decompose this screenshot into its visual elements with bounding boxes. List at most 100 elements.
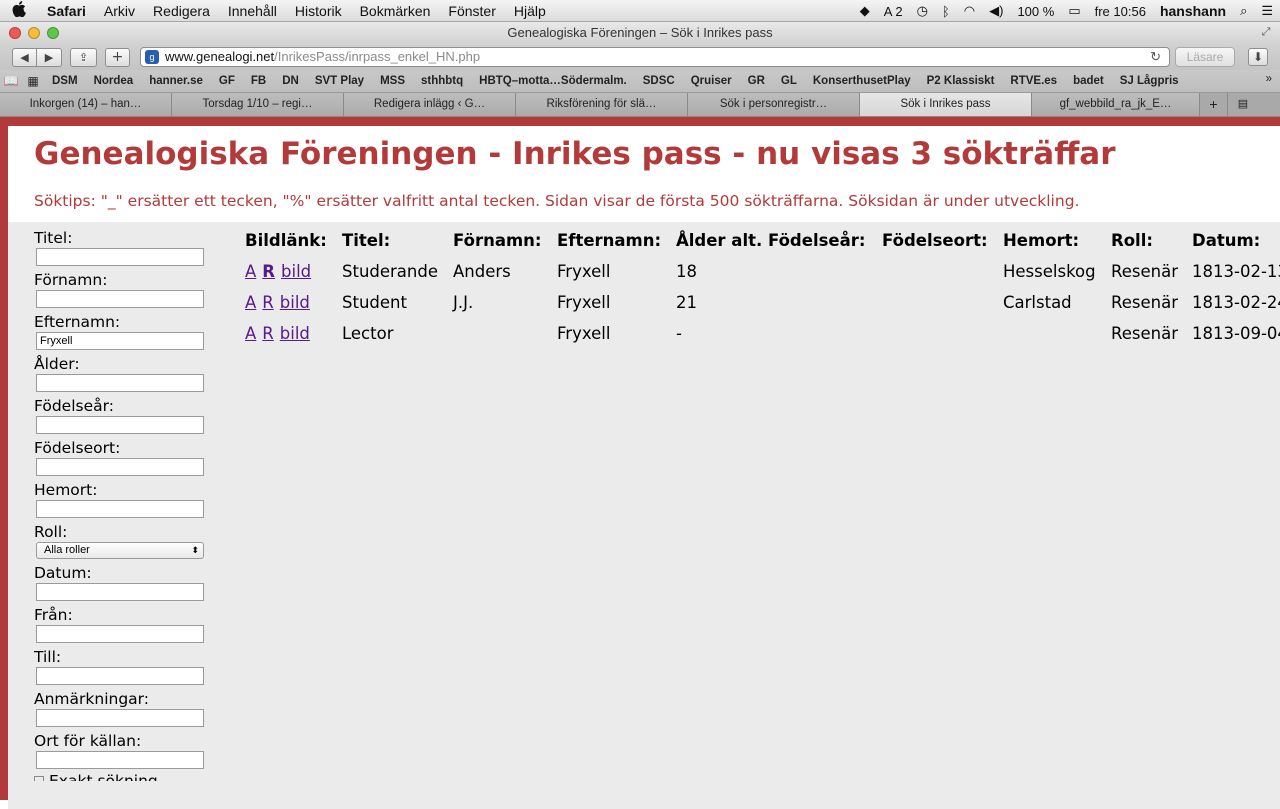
forward-button[interactable]: ▶ bbox=[37, 47, 62, 67]
bluetooth-icon[interactable]: ᛒ bbox=[942, 4, 950, 19]
tab-overview-icon[interactable]: ▤ bbox=[1228, 93, 1258, 116]
bookmark-item[interactable]: MSS bbox=[372, 75, 413, 87]
back-button[interactable]: ◀ bbox=[12, 47, 37, 67]
hemort-input[interactable] bbox=[36, 500, 204, 518]
cell-datum: 1813-02-13 bbox=[1192, 262, 1280, 281]
menu-hjalp[interactable]: Hjälp bbox=[505, 3, 555, 19]
bookmark-item[interactable]: SDSC bbox=[635, 75, 683, 87]
titel-input[interactable] bbox=[36, 248, 204, 266]
bookmark-item[interactable]: DSM bbox=[44, 75, 86, 87]
close-window-button[interactable] bbox=[9, 27, 21, 39]
zoom-window-button[interactable] bbox=[47, 27, 59, 39]
menu-fonster[interactable]: Fönster bbox=[439, 3, 504, 19]
image-links: A Rbild bbox=[245, 293, 316, 312]
till-input[interactable] bbox=[36, 667, 204, 685]
link-r[interactable]: R bbox=[262, 262, 275, 281]
link-r[interactable]: R bbox=[262, 293, 273, 312]
bookmark-item[interactable]: GL bbox=[773, 75, 805, 87]
share-button[interactable]: ⇪ bbox=[70, 47, 97, 67]
reload-icon[interactable]: ↻ bbox=[1150, 48, 1161, 66]
alder-input[interactable] bbox=[36, 374, 204, 392]
menu-bokmarken[interactable]: Bokmärken bbox=[351, 3, 440, 19]
bookmark-item[interactable]: RTVE.es bbox=[1002, 75, 1065, 87]
anmarkningar-input[interactable] bbox=[36, 709, 204, 727]
browser-tab-active[interactable]: Sök i Inrikes pass bbox=[860, 93, 1032, 116]
address-bar[interactable]: g www.genealogi.net/InrikesPass/inrpass_… bbox=[140, 47, 1170, 67]
new-tab-button[interactable]: + bbox=[105, 47, 130, 67]
battery-percentage[interactable]: 100 % bbox=[1017, 4, 1054, 19]
bookmark-item[interactable]: hanner.se bbox=[141, 75, 211, 87]
link-r[interactable]: R bbox=[262, 324, 273, 343]
link-bild[interactable]: bild bbox=[280, 293, 310, 312]
bookmark-item[interactable]: Nordea bbox=[86, 75, 142, 87]
roll-select[interactable]: Alla roller ⬍ bbox=[36, 542, 204, 559]
fodelsear-input[interactable] bbox=[36, 416, 204, 434]
bookmarks-overflow-icon[interactable]: » bbox=[1266, 73, 1272, 85]
add-tab-icon[interactable]: + bbox=[1200, 93, 1228, 116]
apple-menu-icon[interactable] bbox=[0, 0, 38, 21]
battery-icon[interactable]: ▭ bbox=[1068, 3, 1080, 19]
fullscreen-icon[interactable]: ⤢ bbox=[1260, 26, 1272, 38]
datum-input[interactable] bbox=[36, 583, 204, 601]
alder-label: Ålder: bbox=[34, 355, 80, 373]
dropbox-icon[interactable]: ◆ bbox=[860, 3, 870, 19]
ort-kallan-input[interactable] bbox=[36, 751, 204, 769]
link-a[interactable]: A bbox=[245, 262, 256, 281]
url-path: /InrikesPass/inrpass_enkel_HN.php bbox=[274, 49, 481, 64]
volume-icon[interactable]: ◀) bbox=[989, 3, 1003, 19]
browser-tab[interactable]: Torsdag 1/10 – regi… bbox=[172, 93, 344, 116]
menu-historik[interactable]: Historik bbox=[286, 3, 351, 19]
time-machine-icon[interactable]: ◷ bbox=[917, 3, 928, 19]
bookmark-item[interactable]: GR bbox=[740, 75, 773, 87]
bookmark-item[interactable]: badet bbox=[1065, 75, 1112, 87]
downloads-icon[interactable]: ⬇ bbox=[1248, 48, 1268, 66]
wifi-icon[interactable]: ◠ bbox=[964, 3, 975, 19]
exakt-checkbox[interactable] bbox=[34, 776, 44, 781]
fran-input[interactable] bbox=[36, 625, 204, 643]
col-header-efternamn: Efternamn: bbox=[557, 231, 662, 250]
browser-tab[interactable]: Redigera inlägg ‹ G… bbox=[344, 93, 516, 116]
datum-label: Datum: bbox=[34, 564, 92, 582]
browser-tab[interactable]: Inkorgen (14) – han… bbox=[0, 93, 172, 116]
bookmark-item[interactable]: SVT Play bbox=[307, 75, 372, 87]
user-name[interactable]: hanshann bbox=[1160, 3, 1226, 19]
bookmark-item[interactable]: sthhbtq bbox=[413, 75, 471, 87]
bookmark-item[interactable]: SJ Lågpris bbox=[1112, 75, 1187, 87]
bookmark-item[interactable]: HBTQ–motta…Södermalm. bbox=[471, 75, 635, 87]
link-bild[interactable]: bild bbox=[281, 262, 311, 281]
hemort-label: Hemort: bbox=[34, 481, 98, 499]
link-a[interactable]: A bbox=[245, 324, 256, 343]
menu-arkiv[interactable]: Arkiv bbox=[95, 3, 144, 19]
window-title: Genealogiska Föreningen – Sök i Inrikes … bbox=[507, 25, 773, 40]
clock[interactable]: fre 10:56 bbox=[1095, 4, 1146, 19]
bookmarks-bar: 📖 ▦ DSM Nordea hanner.se GF FB DN SVT Pl… bbox=[0, 70, 1280, 93]
menu-app-safari[interactable]: Safari bbox=[38, 3, 95, 19]
bookmark-item[interactable]: GF bbox=[211, 75, 243, 87]
bookmark-item[interactable]: P2 Klassiskt bbox=[919, 75, 1003, 87]
reader-button[interactable]: Läsare bbox=[1175, 47, 1235, 67]
browser-tab[interactable]: gf_webbild_ra_jk_E… bbox=[1032, 93, 1200, 116]
link-bild[interactable]: bild bbox=[280, 324, 310, 343]
efternamn-input[interactable]: Fryxell bbox=[36, 332, 204, 350]
bookmark-item[interactable]: DN bbox=[274, 75, 307, 87]
bookmark-item[interactable]: KonserthusetPlay bbox=[805, 75, 919, 87]
reading-list-icon[interactable]: 📖 bbox=[0, 74, 22, 88]
top-sites-icon[interactable]: ▦ bbox=[22, 74, 44, 88]
fodelseort-input[interactable] bbox=[36, 458, 204, 476]
browser-tab[interactable]: Riksförening för slä… bbox=[516, 93, 688, 116]
menu-innehall[interactable]: Innehåll bbox=[219, 3, 286, 19]
search-tips: Söktips: "_" ersätter ett tecken, "%" er… bbox=[34, 192, 1080, 210]
adobe-icon[interactable]: A 2 bbox=[884, 4, 903, 19]
menu-redigera[interactable]: Redigera bbox=[144, 3, 219, 19]
browser-tab[interactable]: Sök i personregistr… bbox=[688, 93, 860, 116]
notification-list-icon[interactable]: ☰ bbox=[1261, 3, 1273, 19]
link-a[interactable]: A bbox=[245, 293, 256, 312]
bookmark-item[interactable]: Qruiser bbox=[683, 75, 740, 87]
exakt-sokning-option[interactable]: Exakt sökning bbox=[34, 773, 214, 781]
fornamn-input[interactable] bbox=[36, 290, 204, 308]
spotlight-search-icon[interactable]: ⌕ bbox=[1240, 3, 1247, 19]
cell-fornamn: Anders bbox=[453, 262, 511, 281]
minimize-window-button[interactable] bbox=[28, 27, 40, 39]
bookmark-item[interactable]: FB bbox=[243, 75, 274, 87]
cell-efternamn: Fryxell bbox=[557, 262, 611, 281]
